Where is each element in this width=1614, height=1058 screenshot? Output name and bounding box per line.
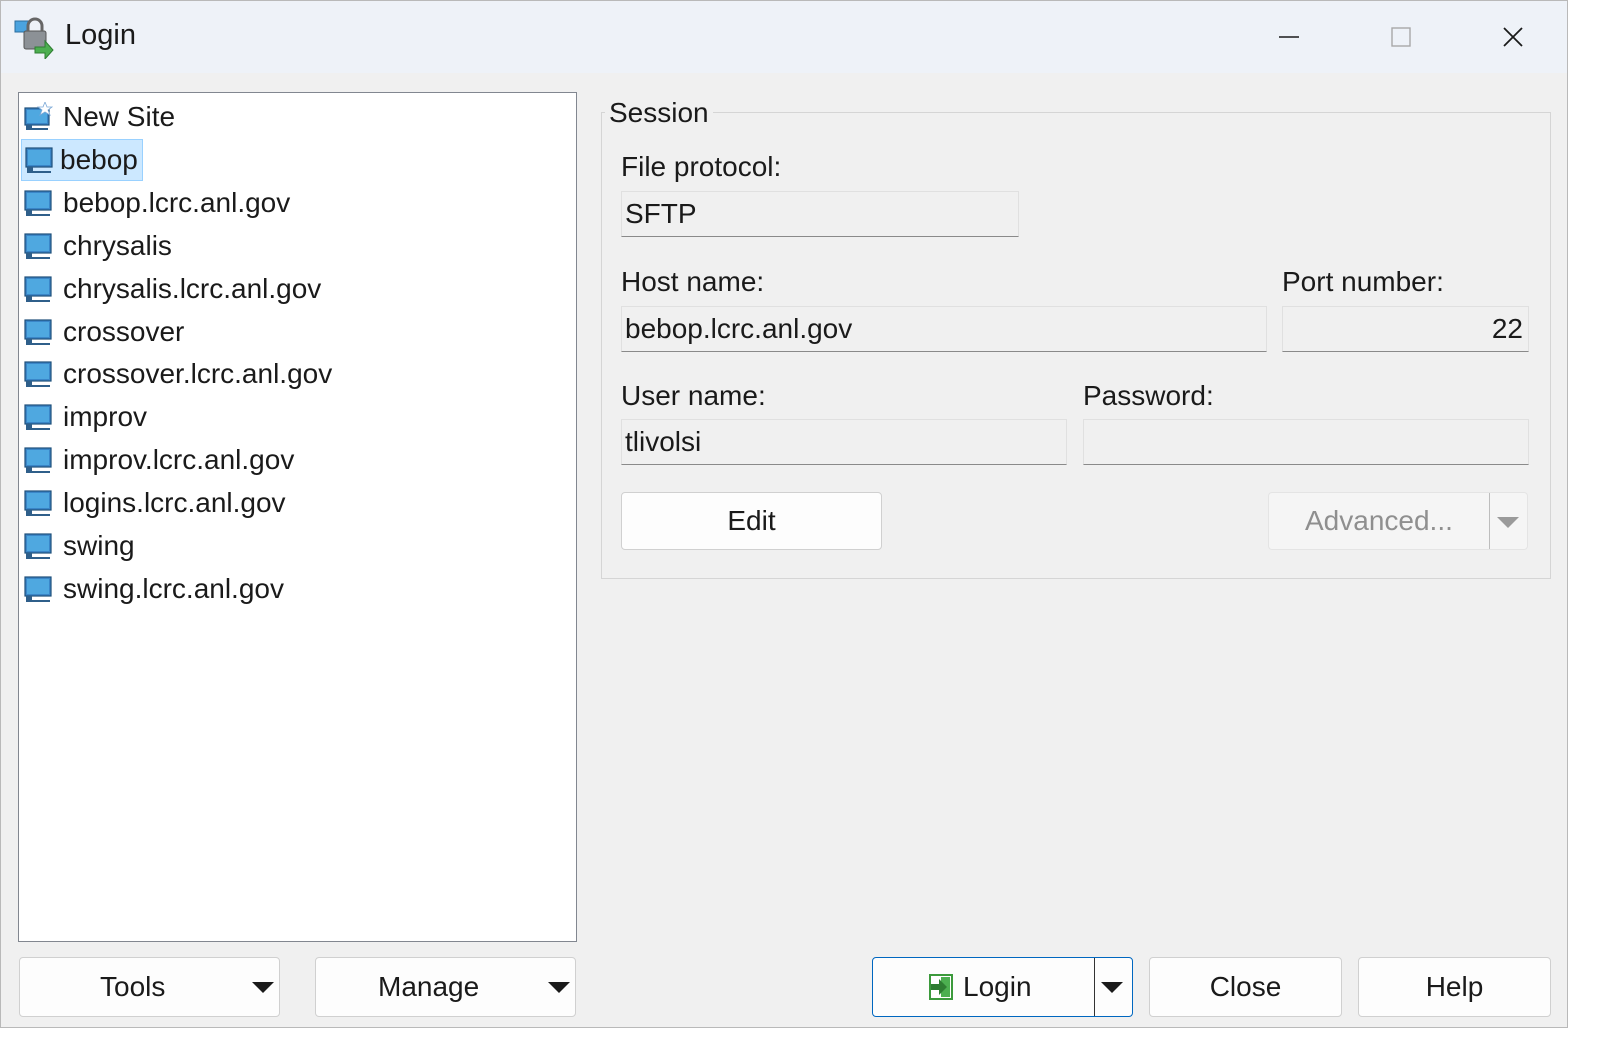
site-tree-item[interactable]: New Site bbox=[23, 96, 179, 138]
computer-icon bbox=[23, 359, 53, 389]
site-tree-item-label: chrysalis.lcrc.anl.gov bbox=[63, 272, 322, 304]
site-tree-item[interactable]: swing bbox=[23, 525, 139, 567]
site-tree-item[interactable]: chrysalis.lcrc.anl.gov bbox=[23, 268, 325, 310]
site-tree-item[interactable]: swing.lcrc.anl.gov bbox=[23, 568, 288, 610]
login-dialog: Login New Site bebop bebop.lcrc.anl.gov chr… bbox=[0, 0, 1568, 1028]
app-icon bbox=[14, 17, 54, 59]
computer-icon bbox=[23, 488, 53, 518]
chevron-down-icon[interactable] bbox=[1101, 982, 1123, 993]
window-title: Login bbox=[65, 19, 136, 51]
site-tree[interactable]: New Site bebop bebop.lcrc.anl.gov chrysalis… bbox=[18, 92, 577, 942]
computer-icon bbox=[23, 402, 53, 432]
host-name-field[interactable]: bebop.lcrc.anl.gov bbox=[621, 306, 1267, 352]
login-button[interactable]: Login bbox=[872, 957, 1133, 1017]
chevron-down-icon bbox=[252, 982, 274, 993]
file-protocol-label: File protocol: bbox=[621, 151, 782, 182]
computer-icon bbox=[24, 145, 54, 175]
site-tree-item[interactable]: logins.lcrc.anl.gov bbox=[23, 482, 290, 524]
site-tree-item-label: crossover.lcrc.anl.gov bbox=[63, 358, 333, 390]
new-site-icon bbox=[23, 100, 54, 132]
site-tree-item-label: crossover bbox=[63, 315, 185, 347]
user-name-field[interactable]: tlivolsi bbox=[621, 419, 1067, 465]
advanced-button[interactable]: Advanced... bbox=[1268, 492, 1528, 550]
close-button[interactable]: Close bbox=[1149, 957, 1342, 1017]
site-tree-item-label: swing.lcrc.anl.gov bbox=[63, 572, 284, 604]
tools-button-label: Tools bbox=[100, 971, 166, 1002]
minimize-button[interactable] bbox=[1233, 7, 1345, 67]
edit-button-label: Edit bbox=[727, 505, 776, 536]
site-tree-item-label: swing bbox=[63, 530, 135, 561]
close-window-button[interactable] bbox=[1457, 7, 1567, 67]
file-protocol-select[interactable]: SFTP bbox=[621, 191, 1019, 237]
selection-highlight: bebop bbox=[21, 138, 143, 181]
computer-icon bbox=[23, 231, 53, 261]
site-tree-item[interactable]: bebop bbox=[21, 138, 143, 181]
site-tree-item-label: New Site bbox=[63, 101, 176, 132]
manage-button-label: Manage bbox=[378, 971, 480, 1002]
site-tree-item[interactable]: crossover bbox=[23, 311, 188, 353]
title-bar[interactable]: Login bbox=[1, 1, 1567, 73]
site-tree-item-label: logins.lcrc.anl.gov bbox=[63, 487, 286, 519]
password-label: Password: bbox=[1083, 380, 1214, 411]
manage-button[interactable]: Manage bbox=[315, 957, 576, 1017]
maximize-icon bbox=[1391, 27, 1411, 47]
site-tree-item-label: improv.lcrc.anl.gov bbox=[63, 444, 295, 476]
maximize-button[interactable] bbox=[1345, 7, 1457, 67]
host-name-label: Host name: bbox=[621, 266, 765, 297]
computer-icon bbox=[23, 188, 53, 218]
site-tree-item-label: improv bbox=[63, 401, 148, 433]
login-button-label: Login bbox=[963, 971, 1032, 1002]
computer-icon bbox=[23, 274, 53, 304]
minimize-icon bbox=[1279, 36, 1299, 38]
computer-icon bbox=[23, 574, 53, 604]
site-tree-item-label: chrysalis bbox=[63, 229, 172, 261]
computer-icon bbox=[23, 531, 53, 561]
site-tree-item[interactable]: crossover.lcrc.anl.gov bbox=[23, 353, 336, 395]
chevron-down-icon[interactable] bbox=[1497, 517, 1519, 528]
computer-icon bbox=[23, 317, 53, 347]
site-tree-item-label: bebop bbox=[60, 143, 138, 175]
user-name-label: User name: bbox=[621, 380, 766, 411]
help-button-label: Help bbox=[1425, 971, 1484, 1002]
port-number-field[interactable]: 22 bbox=[1282, 306, 1529, 352]
help-button[interactable]: Help bbox=[1358, 957, 1551, 1017]
port-number-label: Port number: bbox=[1282, 266, 1444, 297]
site-tree-item-label: bebop.lcrc.anl.gov bbox=[63, 186, 291, 218]
site-tree-item[interactable]: bebop.lcrc.anl.gov bbox=[23, 182, 294, 224]
edit-button[interactable]: Edit bbox=[621, 492, 882, 550]
chevron-down-icon bbox=[548, 982, 570, 993]
advanced-button-label: Advanced... bbox=[1305, 505, 1453, 536]
site-tree-item[interactable]: chrysalis bbox=[23, 225, 176, 267]
password-field[interactable] bbox=[1083, 419, 1529, 465]
computer-icon bbox=[23, 445, 53, 475]
close-button-label: Close bbox=[1209, 971, 1282, 1002]
site-tree-item[interactable]: improv bbox=[23, 396, 151, 438]
session-legend: Session bbox=[605, 97, 713, 129]
site-tree-item[interactable]: improv.lcrc.anl.gov bbox=[23, 439, 298, 481]
close-icon bbox=[1503, 27, 1523, 47]
tools-button[interactable]: Tools bbox=[19, 957, 280, 1017]
login-icon bbox=[929, 974, 953, 1000]
